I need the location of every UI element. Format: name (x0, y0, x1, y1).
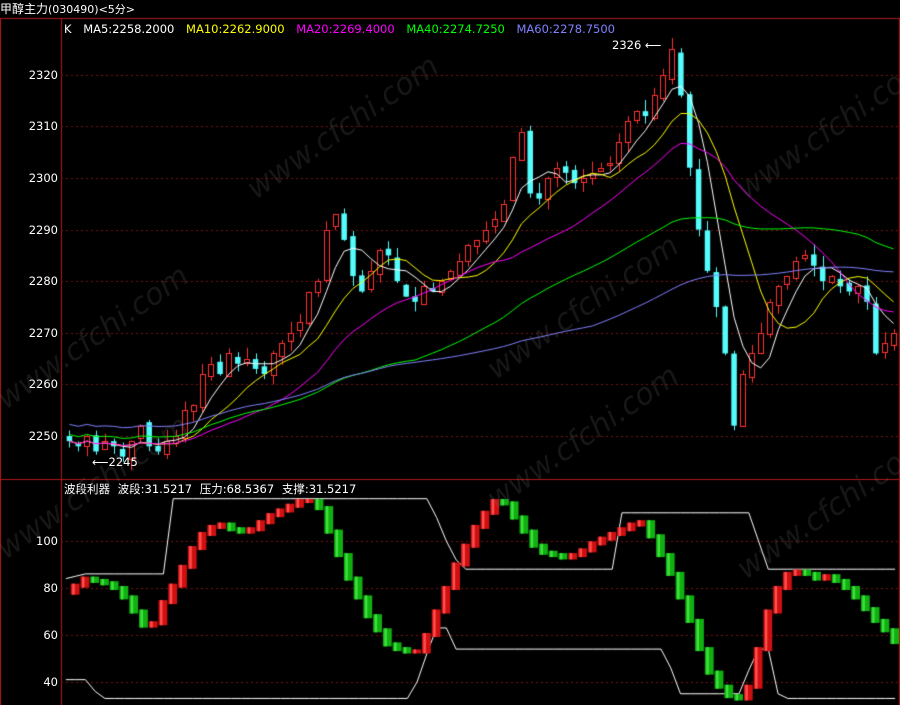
chart-canvas[interactable] (0, 0, 900, 705)
legend-ma20: MA20:2269.4000 (296, 22, 395, 36)
y-tick-indicator: 80 (43, 580, 58, 595)
indicator-wave: 波段:31.5217 (117, 482, 193, 496)
period-label: <5分> (98, 3, 136, 16)
high-annotation: 2326 ⟵ (612, 38, 662, 52)
y-tick-main: 2290 (28, 222, 58, 237)
title-bar: 甲醇主力(030490)<5分> (0, 0, 900, 18)
legend-k: K (64, 22, 72, 36)
ma-legend: K MA5:2258.2000 MA10:2262.9000 MA20:2269… (64, 22, 623, 36)
y-tick-main: 2320 (28, 67, 58, 82)
legend-ma5: MA5:2258.2000 (83, 22, 175, 36)
legend-ma10: MA10:2262.9000 (186, 22, 285, 36)
y-tick-main: 2280 (28, 273, 58, 288)
legend-ma40: MA40:2274.7250 (406, 22, 505, 36)
y-tick-main: 2270 (28, 325, 58, 340)
high-value: 2326 (612, 38, 642, 52)
y-tick-main: 2310 (28, 118, 58, 133)
symbol-name: 甲醇主力 (0, 2, 49, 16)
indicator-pressure: 压力:68.5367 (199, 482, 275, 496)
y-tick-main: 2250 (28, 428, 58, 443)
y-tick-indicator: 40 (43, 674, 58, 689)
legend-ma60: MA60:2278.7500 (516, 22, 616, 36)
symbol-code: (030490) (48, 3, 99, 16)
y-tick-indicator: 60 (43, 627, 58, 642)
indicator-support: 支撑:31.5217 (281, 482, 357, 496)
y-tick-main: 2300 (28, 170, 58, 185)
